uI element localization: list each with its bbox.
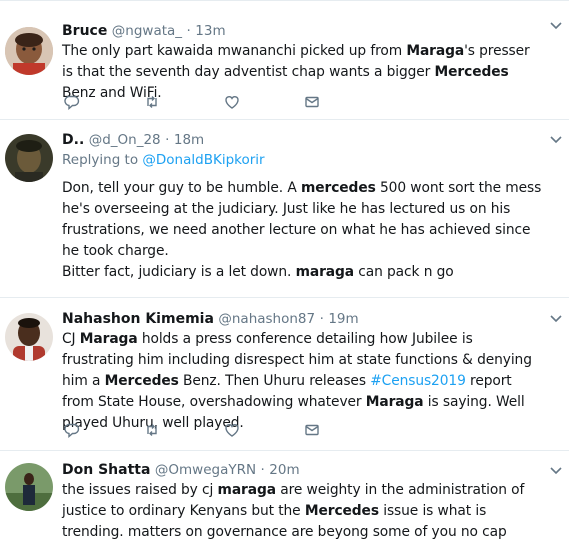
display-name[interactable]: D..: [62, 132, 84, 148]
timestamp[interactable]: 19m: [328, 311, 358, 327]
highlighted-keyword: Mercedes: [104, 373, 179, 389]
separator-dot: ·: [260, 462, 265, 478]
text-segment: the issues raised by cj: [62, 482, 218, 498]
chevron-down-icon[interactable]: [548, 17, 564, 33]
tweet-header: Nahashon Kimemia @nahashon87 · 19m: [62, 309, 543, 329]
text-segment: can pack n go: [353, 264, 454, 280]
avatar[interactable]: [5, 134, 53, 182]
display-name[interactable]: Nahashon Kimemia: [62, 311, 214, 327]
highlighted-keyword: Mercedes: [304, 503, 379, 519]
timestamp[interactable]: 18m: [174, 132, 204, 148]
text-segment: Benz. Then Uhuru releases: [178, 373, 371, 389]
highlighted-keyword: maraga: [295, 264, 354, 280]
retweet-icon[interactable]: [142, 420, 162, 440]
tweet-content: Don Shatta @OmwegaYRN · 20m the issues r…: [62, 460, 543, 543]
replying-to: Replying to @DonaldBKipkorir: [62, 150, 543, 170]
highlighted-keyword: Maraga: [406, 43, 465, 59]
tweet-header: Bruce @ngwata_ · 13m: [62, 21, 543, 41]
retweet-icon[interactable]: [142, 92, 162, 112]
display-name[interactable]: Bruce: [62, 23, 107, 39]
tweet[interactable]: D.. @d_On_28 · 18m Replying to @DonaldBK…: [0, 120, 569, 298]
tweet[interactable]: Nahashon Kimemia @nahashon87 · 19m CJ Ma…: [0, 298, 569, 451]
heart-icon[interactable]: [222, 92, 242, 112]
text-segment: CJ: [62, 331, 80, 347]
separator-dot: ·: [186, 23, 191, 39]
user-handle[interactable]: @OmwegaYRN: [155, 462, 256, 478]
highlighted-keyword: maraga: [217, 482, 276, 498]
avatar[interactable]: [5, 463, 53, 511]
tweet-actions: [62, 92, 342, 112]
text-segment: The only part kawaida mwananchi picked u…: [62, 43, 407, 59]
text-segment: Don, tell your guy to be humble. A: [62, 180, 301, 196]
highlighted-keyword: Mercedes: [434, 64, 509, 80]
chevron-down-icon[interactable]: [548, 462, 564, 478]
tweet[interactable]: Don Shatta @OmwegaYRN · 20m the issues r…: [0, 451, 569, 545]
tweet-content: D.. @d_On_28 · 18m Replying to @DonaldBK…: [62, 130, 543, 283]
tweet-header: D.. @d_On_28 · 18m: [62, 130, 543, 150]
separator-dot: ·: [165, 132, 170, 148]
user-handle[interactable]: @d_On_28: [89, 132, 161, 148]
highlighted-keyword: Maraga: [79, 331, 138, 347]
tweet-content: Nahashon Kimemia @nahashon87 · 19m CJ Ma…: [62, 309, 543, 434]
tweet-text: Don, tell your guy to be humble. A merce…: [62, 178, 543, 283]
reply-icon[interactable]: [62, 420, 82, 440]
hashtag-link[interactable]: #Census2019: [370, 373, 466, 389]
avatar[interactable]: [5, 27, 53, 75]
chevron-down-icon[interactable]: [548, 131, 564, 147]
tweet-text: CJ Maraga holds a press conference detai…: [62, 329, 543, 434]
user-handle[interactable]: @nahashon87: [218, 311, 315, 327]
timestamp[interactable]: 13m: [195, 23, 225, 39]
tweet-text: the issues raised by cj maraga are weigh…: [62, 480, 543, 543]
text-segment: Bitter fact, judiciary is a let down.: [62, 264, 296, 280]
highlighted-keyword: Maraga: [365, 394, 424, 410]
tweet-actions: [62, 420, 342, 440]
tweet-feed: Bruce @ngwata_ · 13m The only part kawai…: [0, 0, 569, 545]
highlighted-keyword: mercedes: [300, 180, 376, 196]
display-name[interactable]: Don Shatta: [62, 462, 150, 478]
avatar[interactable]: [5, 313, 53, 361]
replying-label: Replying to: [62, 152, 139, 168]
chevron-down-icon[interactable]: [548, 310, 564, 326]
tweet-header: Don Shatta @OmwegaYRN · 20m: [62, 460, 543, 480]
mention-link[interactable]: @DonaldBKipkorir: [142, 152, 264, 168]
heart-icon[interactable]: [222, 420, 242, 440]
timestamp[interactable]: 20m: [269, 462, 299, 478]
envelope-icon[interactable]: [302, 92, 322, 112]
user-handle[interactable]: @ngwata_: [112, 23, 182, 39]
envelope-icon[interactable]: [302, 420, 322, 440]
separator-dot: ·: [319, 311, 324, 327]
reply-icon[interactable]: [62, 92, 82, 112]
tweet[interactable]: Bruce @ngwata_ · 13m The only part kawai…: [0, 1, 569, 120]
